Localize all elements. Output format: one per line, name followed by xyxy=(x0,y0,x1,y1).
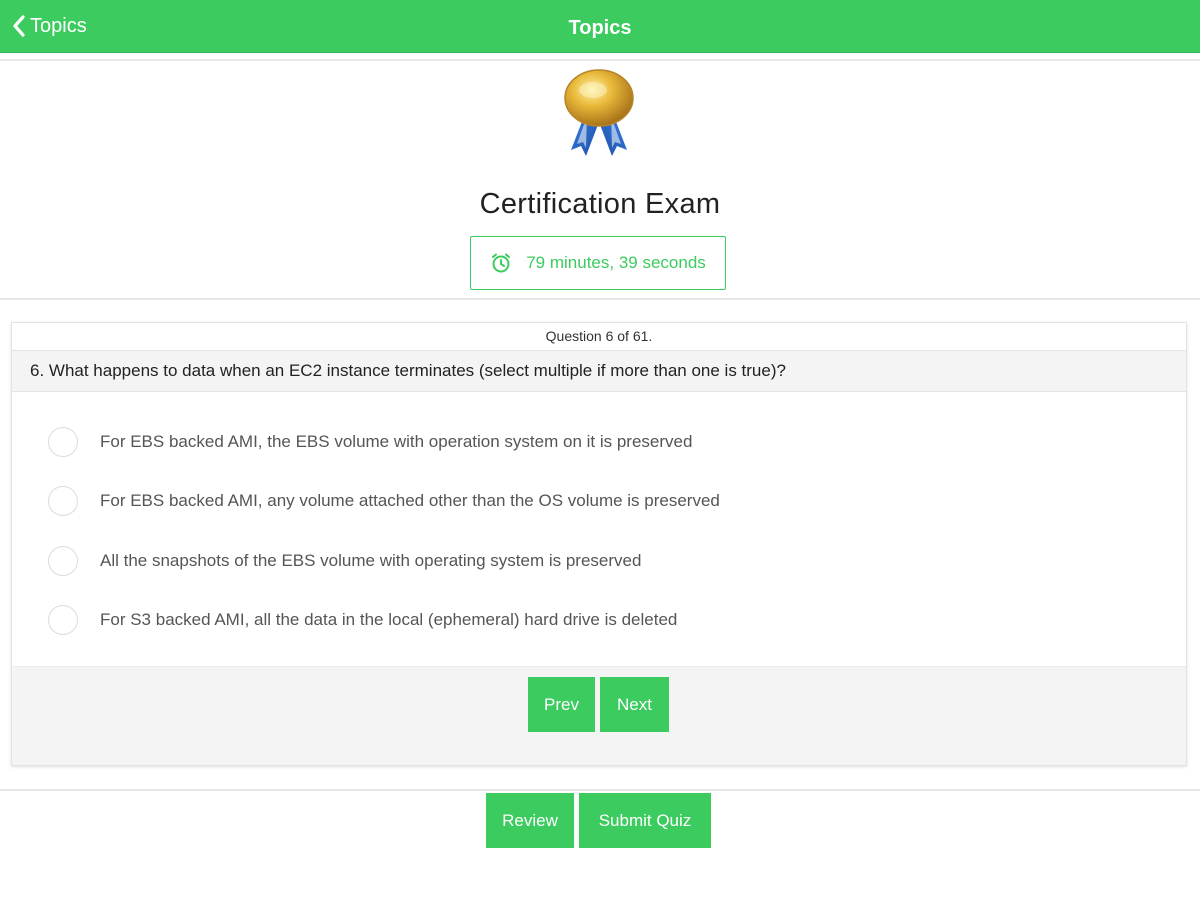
next-button[interactable]: Next xyxy=(600,677,669,732)
answer-option[interactable]: For S3 backed AMI, all the data in the l… xyxy=(48,603,677,637)
award-medal-icon xyxy=(555,66,643,158)
question-text: 6. What happens to data when an EC2 inst… xyxy=(30,361,786,380)
page-title: Topics xyxy=(568,17,632,39)
review-button[interactable]: Review xyxy=(486,793,574,848)
timer-text: 79 minutes, 39 seconds xyxy=(526,253,706,272)
alarm-clock-icon xyxy=(490,252,512,274)
radio-button[interactable] xyxy=(48,427,78,457)
question-card: Question 6 of 61. 6. What happens to dat… xyxy=(11,322,1187,766)
question-header: 6. What happens to data when an EC2 inst… xyxy=(12,350,1186,392)
header-divider xyxy=(0,298,1200,300)
answer-option[interactable]: For EBS backed AMI, any volume attached … xyxy=(48,484,720,518)
answer-option[interactable]: All the snapshots of the EBS volume with… xyxy=(48,544,641,578)
question-counter: Question 6 of 61. xyxy=(545,328,653,344)
exam-title: Certification Exam xyxy=(479,188,721,220)
answer-option-label: For S3 backed AMI, all the data in the l… xyxy=(100,610,678,629)
answer-option-label: For EBS backed AMI, the EBS volume with … xyxy=(100,432,693,451)
top-navbar: Topics Topics xyxy=(0,0,1200,53)
answer-option-label: For EBS backed AMI, any volume attached … xyxy=(100,491,720,510)
footer-divider xyxy=(0,789,1200,791)
radio-button[interactable] xyxy=(48,546,78,576)
radio-button[interactable] xyxy=(48,486,78,516)
answer-option[interactable]: For EBS backed AMI, the EBS volume with … xyxy=(48,425,692,459)
prev-button[interactable]: Prev xyxy=(528,677,595,732)
radio-button[interactable] xyxy=(48,605,78,635)
navbar-divider xyxy=(0,59,1200,61)
timer-display: 79 minutes, 39 seconds xyxy=(470,236,726,290)
quiz-page: Topics Topics Certification Exam 79 minu… xyxy=(0,0,1200,900)
question-navigation: Prev Next xyxy=(12,666,1186,765)
submit-quiz-button[interactable]: Submit Quiz xyxy=(579,793,711,848)
answer-option-label: All the snapshots of the EBS volume with… xyxy=(100,551,642,570)
